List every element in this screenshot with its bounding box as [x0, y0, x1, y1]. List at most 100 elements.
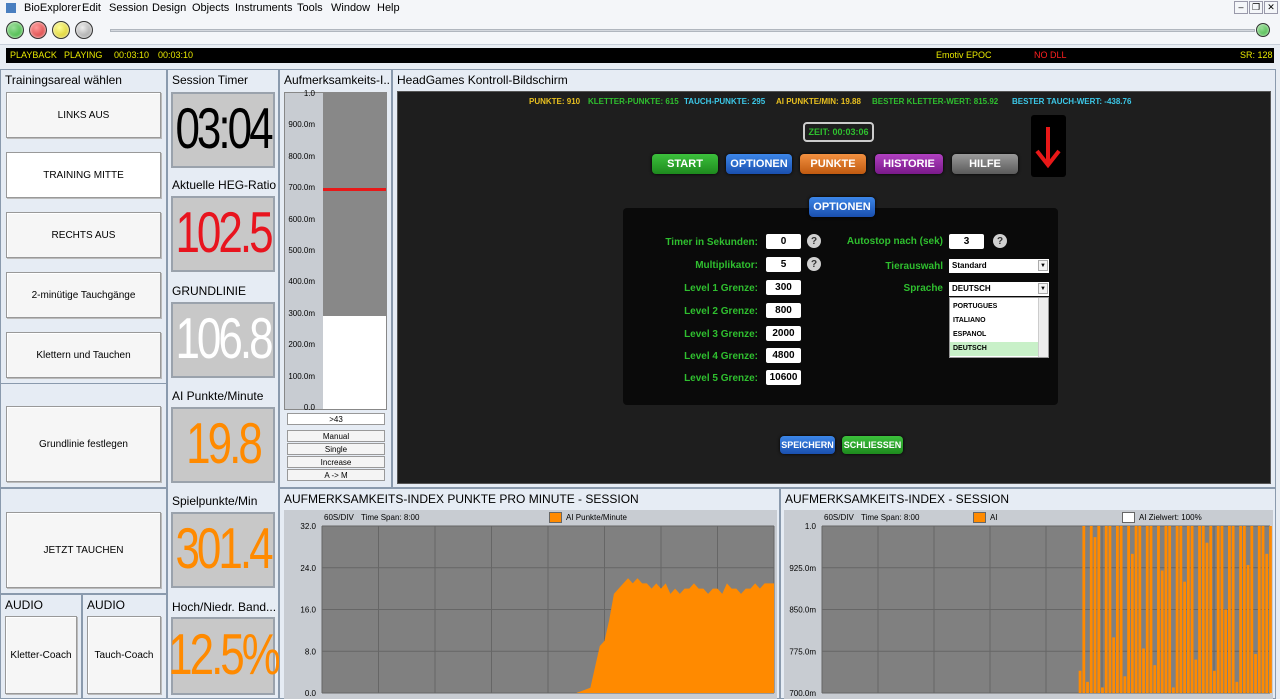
series-bar-ai: [1097, 526, 1101, 693]
punkte-button[interactable]: PUNKTE: [800, 154, 866, 174]
band-title: Hoch/Niedr. Band...: [168, 597, 278, 617]
grundlinie-button[interactable]: Grundlinie festlegen: [6, 406, 161, 482]
tierauswahl-value: Standard: [952, 261, 987, 270]
tierauswahl-label: Tierauswahl: [885, 261, 943, 272]
schliessen-button[interactable]: SCHLIESSEN: [842, 436, 903, 454]
tauchgaenge-button[interactable]: 2-minütige Tauchgänge: [6, 272, 161, 318]
speichern-button[interactable]: SPEICHERN: [780, 436, 835, 454]
attention-tick-label: 800.0m: [288, 151, 315, 161]
status-sample-rate: SR: 128: [1240, 50, 1273, 60]
level2-input[interactable]: 800: [766, 303, 801, 318]
series-bar-ai: [1261, 526, 1265, 693]
menu-edit[interactable]: Edit: [82, 2, 101, 14]
series-bar-ai: [1134, 526, 1138, 693]
klettern-tauchen-button[interactable]: Klettern und Tauchen: [6, 332, 161, 378]
menu-help[interactable]: Help: [377, 2, 400, 14]
kletter-coach-button[interactable]: Kletter-Coach: [5, 616, 77, 694]
menu-bar: BioExplorer Edit Session Design Objects …: [0, 0, 1280, 17]
lang-option-portugues[interactable]: PORTUGUES: [950, 300, 1038, 314]
level4-input[interactable]: 4800: [766, 348, 801, 363]
spielpunkte-display: 301.4: [171, 512, 275, 588]
status-time-elapsed: 00:03:10: [114, 50, 150, 60]
tauch-coach-button[interactable]: Tauch-Coach: [87, 616, 161, 694]
ai-ppm-display: 19.8: [171, 407, 275, 483]
menu-tools[interactable]: Tools: [297, 2, 323, 14]
level4-label: Level 4 Grenze:: [684, 351, 758, 362]
series-bar-ai: [1086, 681, 1089, 693]
series-bar-ai: [1183, 581, 1186, 693]
multiplikator-help-icon[interactable]: ?: [807, 257, 821, 271]
sprache-select[interactable]: DEUTSCH ▼: [949, 282, 1049, 296]
lang-option-italiano[interactable]: ITALIANO: [950, 314, 1038, 328]
sprache-label: Sprache: [903, 283, 943, 294]
links-aus-button[interactable]: LINKS AUS: [6, 92, 161, 138]
menu-design[interactable]: Design: [152, 2, 186, 14]
series-bar-ai: [1149, 526, 1153, 693]
rechts-aus-button[interactable]: RECHTS AUS: [6, 212, 161, 258]
series-bar-ai: [1119, 526, 1123, 693]
y-tick-label: 700.0m: [789, 689, 816, 698]
grundlinie-title: GRUNDLINIE: [168, 281, 278, 301]
chart2-title: AUFMERKSAMKEITS-INDEX - SESSION: [781, 489, 1274, 509]
tierauswahl-select[interactable]: Standard ▼: [949, 259, 1049, 273]
series-bar-ai: [1205, 542, 1209, 693]
session-timer-value: 03:04: [175, 97, 273, 162]
multiplikator-label: Multiplikator:: [695, 260, 758, 271]
series-bar-ai: [1254, 654, 1257, 693]
y-tick-label: 1.0: [805, 522, 817, 531]
dropdown-scrollbar[interactable]: [1038, 298, 1048, 357]
menu-session[interactable]: Session: [109, 2, 148, 14]
stop-icon[interactable]: [75, 21, 93, 39]
stat-bester-kletter: BESTER KLETTER-WERT: 815.92: [872, 97, 999, 106]
record-icon[interactable]: [29, 21, 47, 39]
jetzt-tauchen-button[interactable]: JETZT TAUCHEN: [6, 512, 161, 588]
level2-label: Level 2 Grenze:: [684, 306, 758, 317]
playback-slider[interactable]: [110, 29, 1255, 32]
chevron-down-icon[interactable]: ▼: [1038, 283, 1048, 294]
start-button[interactable]: START: [652, 154, 718, 174]
level1-input[interactable]: 300: [766, 280, 801, 295]
restore-icon[interactable]: ❐: [1249, 1, 1263, 14]
attention-tick-label: 400.0m: [288, 277, 315, 287]
minimize-icon[interactable]: –: [1234, 1, 1248, 14]
level3-input[interactable]: 2000: [766, 326, 801, 341]
y-tick-label: 775.0m: [789, 647, 816, 656]
series-bar-ai: [1242, 526, 1246, 693]
series-bar-ai: [1112, 637, 1116, 693]
grundlinie-value: 106.8: [175, 307, 273, 372]
autostop-help-icon[interactable]: ?: [993, 234, 1007, 248]
mode-increase-button[interactable]: Increase: [287, 456, 385, 468]
hilfe-button[interactable]: HILFE: [952, 154, 1018, 174]
divider: [1, 383, 166, 384]
headgames-screen: PUNKTE: 910 KLETTER-PUNKTE: 615 TAUCH-PU…: [397, 91, 1271, 484]
pause-icon[interactable]: [52, 21, 70, 39]
close-icon[interactable]: ✕: [1264, 1, 1278, 14]
optionen-nav-button[interactable]: OPTIONEN: [726, 154, 792, 174]
mode-single-button[interactable]: Single: [287, 443, 385, 455]
chevron-down-icon[interactable]: ▼: [1038, 260, 1048, 271]
level5-input[interactable]: 10600: [766, 370, 801, 385]
series-bar-ai: [1153, 665, 1157, 693]
audio-title-1: AUDIO: [1, 595, 79, 615]
menu-instruments[interactable]: Instruments: [235, 2, 292, 14]
autostop-input[interactable]: 3: [949, 234, 984, 249]
series-bar-ai: [1172, 687, 1175, 693]
lang-option-espanol[interactable]: ESPANOL: [950, 328, 1038, 342]
training-mitte-button[interactable]: TRAINING MITTE: [6, 152, 161, 198]
menu-window[interactable]: Window: [331, 2, 370, 14]
multiplikator-input[interactable]: 5: [766, 257, 801, 272]
historie-button[interactable]: HISTORIE: [875, 154, 943, 174]
series-bar-ai: [1257, 526, 1261, 693]
lang-option-deutsch[interactable]: DEUTSCH: [950, 342, 1038, 356]
series-bar-ai: [1157, 526, 1160, 693]
series-bar-ai: [1145, 526, 1149, 693]
mode-am-button[interactable]: A -> M: [287, 469, 385, 481]
menu-objects[interactable]: Objects: [192, 2, 229, 14]
mode-manual-button[interactable]: Manual: [287, 430, 385, 442]
series-bar-ai: [1104, 526, 1108, 693]
attention-readout: >43: [287, 413, 385, 425]
menu-bioexplorer[interactable]: BioExplorer: [24, 2, 81, 14]
play-icon[interactable]: [6, 21, 24, 39]
timer-input[interactable]: 0: [766, 234, 801, 249]
series-bar-ai: [1235, 681, 1239, 693]
